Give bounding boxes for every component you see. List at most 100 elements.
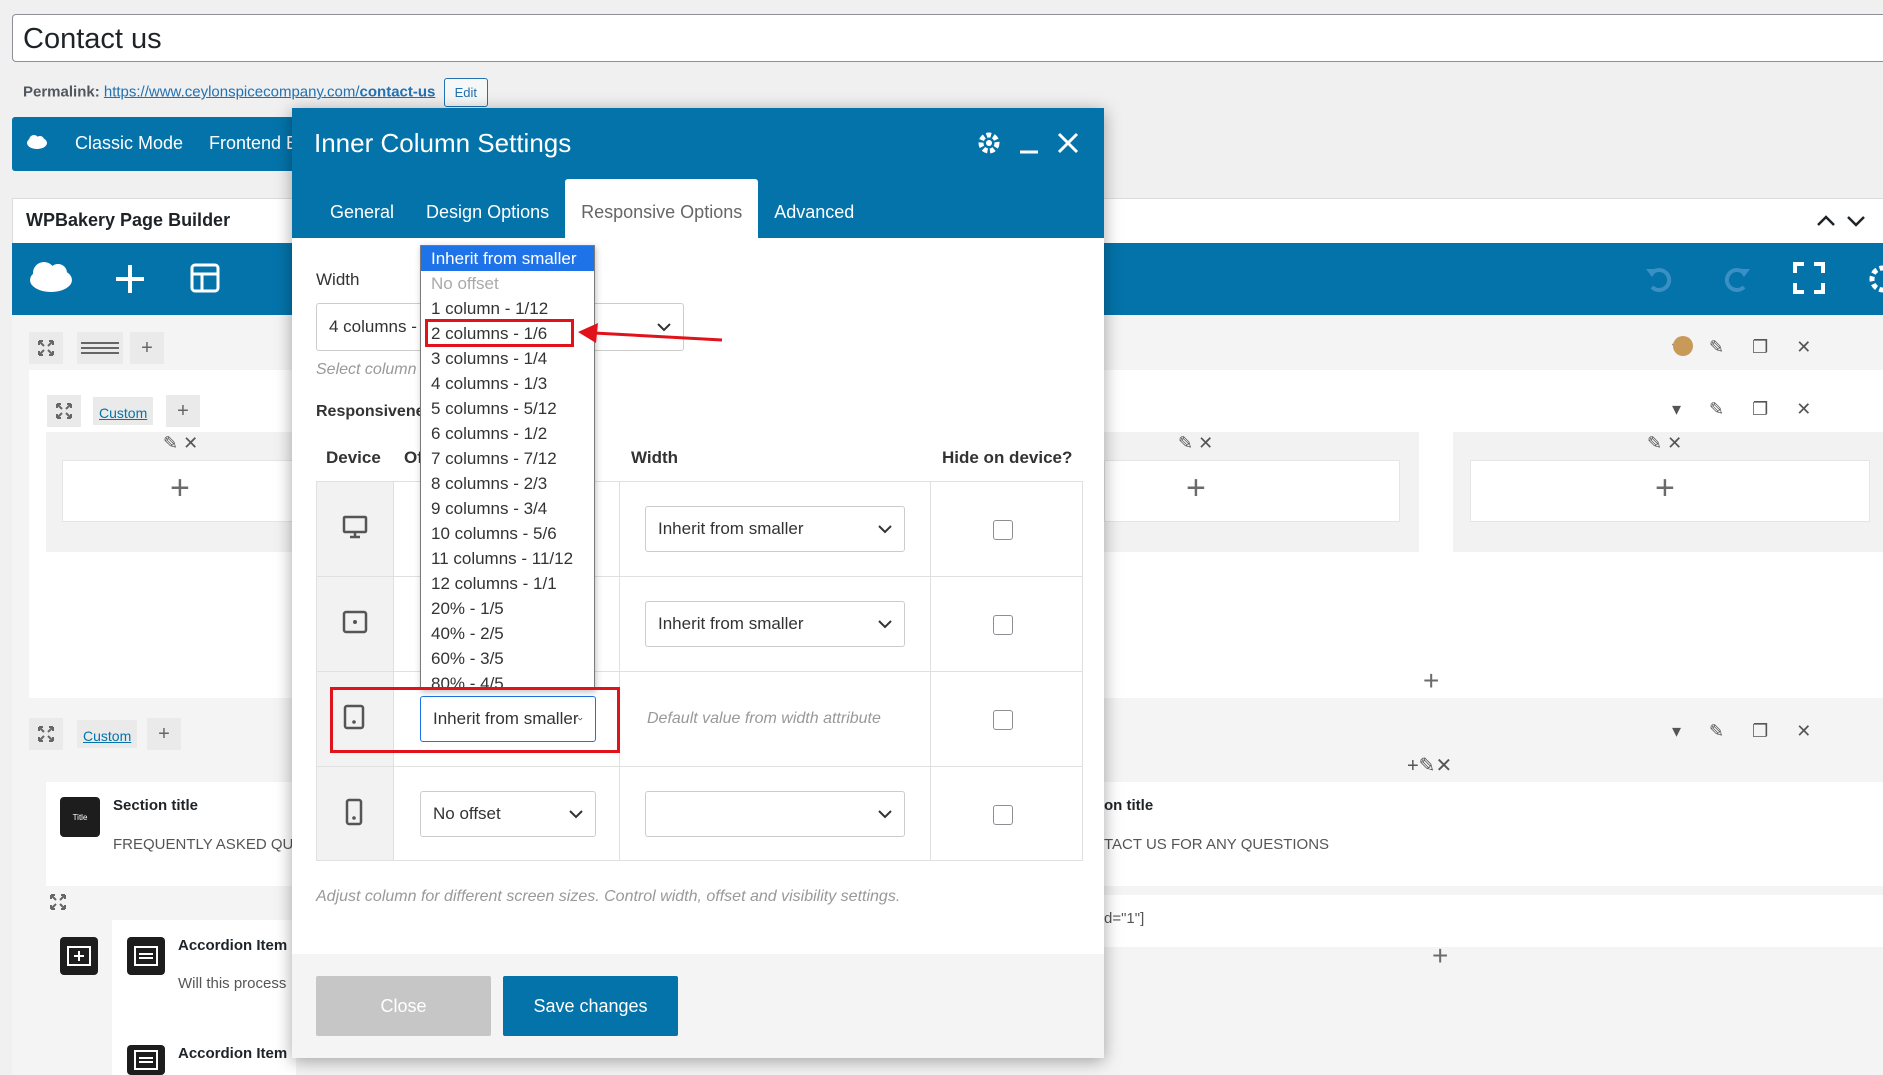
row-2-custom-link[interactable]: Custom xyxy=(77,720,138,748)
row-expand-icon[interactable] xyxy=(29,332,63,364)
shortcode-fragment: d="1"] xyxy=(1104,910,1145,927)
mobile-offset-select[interactable]: No offset xyxy=(420,791,596,837)
dropdown-option[interactable]: 40% - 2/5 xyxy=(421,621,594,646)
col-header-hide: Hide on device? xyxy=(942,448,1073,467)
desktop-device-icon xyxy=(341,513,369,541)
column-4-add-element-icon[interactable]: + xyxy=(1655,469,1675,508)
desktop-hide-checkbox[interactable] xyxy=(993,520,1013,540)
column-add-element-icon-2[interactable]: + xyxy=(1432,940,1448,972)
accordion-expand-icon[interactable] xyxy=(50,894,66,910)
annotation-box-select xyxy=(330,687,620,753)
column-3-edit-icons[interactable]: ✎ ✕ xyxy=(1178,433,1213,454)
dropdown-option[interactable]: 8 columns - 2/3 xyxy=(421,471,594,496)
dropdown-option: No offset xyxy=(431,274,499,293)
accordion-container-icon xyxy=(60,937,98,975)
dropdown-option[interactable]: 60% - 3/5 xyxy=(421,646,594,671)
offset-dropdown-list[interactable]: Inherit from smaller No offset 1 column … xyxy=(420,245,595,690)
accordion-item-title-1: Accordion Item xyxy=(178,937,288,954)
title-element-icon: Title xyxy=(60,797,100,837)
desktop-width-select[interactable]: Inherit from smaller xyxy=(645,506,905,552)
tablet-portrait-hide-checkbox[interactable] xyxy=(993,710,1013,730)
dropdown-option[interactable]: 12 columns - 1/1 xyxy=(421,571,594,596)
row-design-icon[interactable] xyxy=(1673,336,1693,356)
row-2-right-controls[interactable]: ▾✎❐✕ xyxy=(1672,721,1839,742)
frontend-editor-button[interactable]: Frontend E xyxy=(209,133,298,154)
shortcode-element[interactable] xyxy=(1104,895,1883,947)
column-3-add-element-icon[interactable]: + xyxy=(1186,469,1206,508)
dropdown-option[interactable]: 9 columns - 3/4 xyxy=(421,496,594,521)
permalink-link[interactable]: https://www.ceylonspicecompany.com/conta… xyxy=(104,83,436,100)
redo-icon[interactable] xyxy=(1720,263,1752,295)
row-add-column-icon[interactable]: + xyxy=(130,332,164,364)
tablet-portrait-width-hint: Default value from width attribute xyxy=(647,710,881,727)
modal-minimize-icon[interactable] xyxy=(1018,130,1040,156)
element-controls[interactable]: +✎✕ xyxy=(1407,753,1452,778)
row-right-controls[interactable]: ▾✎❐✕ xyxy=(1672,337,1839,358)
column-4-edit-icons[interactable]: ✎ ✕ xyxy=(1647,433,1682,454)
wpbakery-cloud-icon[interactable] xyxy=(28,259,74,295)
row-layout-icon[interactable] xyxy=(77,332,123,364)
chevron-down-icon xyxy=(878,525,892,534)
settings-icon[interactable] xyxy=(1867,263,1883,295)
tab-responsive-options[interactable]: Responsive Options xyxy=(565,179,759,238)
inner-row-expand-icon[interactable] xyxy=(47,395,81,427)
dropdown-option[interactable]: Inherit from smaller xyxy=(421,246,594,271)
tab-general[interactable]: General xyxy=(314,179,410,238)
tablet-landscape-hide-checkbox[interactable] xyxy=(993,615,1013,635)
dropdown-option[interactable]: 4 columns - 1/3 xyxy=(421,371,594,396)
annotation-arrow-icon xyxy=(578,323,723,343)
accordion-item-icon-1 xyxy=(127,937,165,975)
column-1-edit-icons[interactable]: ✎ ✕ xyxy=(163,433,198,454)
inner-column-settings-modal: Inner Column Settings General Design Opt… xyxy=(292,108,1104,1058)
dropdown-option[interactable]: 3 columns - 1/4 xyxy=(421,346,594,371)
modal-title: Inner Column Settings xyxy=(314,128,572,158)
permalink: Permalink: https://www.ceylonspicecompan… xyxy=(23,78,488,107)
tab-advanced[interactable]: Advanced xyxy=(758,179,870,238)
inner-row-custom-link[interactable]: Custom xyxy=(93,397,154,425)
modal-close-icon[interactable] xyxy=(1056,131,1080,155)
mobile-device-icon xyxy=(342,798,366,826)
permalink-label: Permalink: xyxy=(23,83,100,101)
row-2-expand-icon[interactable] xyxy=(29,718,63,750)
dropdown-option[interactable]: 7 columns - 7/12 xyxy=(421,446,594,471)
save-changes-button[interactable]: Save changes xyxy=(503,976,678,1036)
accordion-item-icon-2 xyxy=(127,1045,165,1075)
dropdown-option[interactable]: 11 columns - 11/12 xyxy=(421,546,594,571)
fullscreen-icon[interactable] xyxy=(1792,261,1826,295)
dropdown-option[interactable]: 1 column - 1/12 xyxy=(421,296,594,321)
dropdown-option[interactable]: 5 columns - 5/12 xyxy=(421,396,594,421)
row-2-add-icon[interactable]: + xyxy=(147,718,181,750)
column-3-add-area[interactable] xyxy=(1104,460,1400,522)
dropdown-option[interactable]: 6 columns - 1/2 xyxy=(421,421,594,446)
tablet-landscape-width-select[interactable]: Inherit from smaller xyxy=(645,601,905,647)
modal-settings-gear-icon[interactable] xyxy=(976,130,1002,156)
panel-collapse-icons[interactable] xyxy=(1812,212,1872,230)
col-header-width: Width xyxy=(631,448,679,467)
responsive-footer-hint: Adjust column for different screen sizes… xyxy=(316,888,901,905)
row-add-inner-icon[interactable]: + xyxy=(1423,665,1439,697)
width-hint: Select column xyxy=(316,361,417,378)
section-title-element-2[interactable] xyxy=(1104,782,1883,886)
permalink-edit-button[interactable]: Edit xyxy=(443,78,488,107)
add-element-icon[interactable] xyxy=(114,263,146,295)
section-title-text-2: TACT US FOR ANY QUESTIONS xyxy=(1104,836,1330,853)
inner-row-right-controls[interactable]: ▾✎❐✕ xyxy=(1672,399,1839,420)
templates-icon[interactable] xyxy=(190,263,220,293)
classic-mode-button[interactable]: Classic Mode xyxy=(75,133,183,154)
close-button[interactable]: Close xyxy=(316,976,491,1036)
wpbakery-logo-icon xyxy=(26,134,48,150)
undo-icon[interactable] xyxy=(1644,263,1676,295)
section-title-label-2: on title xyxy=(1104,797,1154,814)
modal-tabs: General Design Options Responsive Option… xyxy=(314,179,870,238)
dropdown-option[interactable]: 20% - 1/5 xyxy=(421,596,594,621)
page-title-input[interactable]: Contact us xyxy=(12,14,1883,62)
inner-row-add-icon[interactable]: + xyxy=(166,395,200,427)
wpbakery-panel-title: WPBakery Page Builder xyxy=(26,210,231,230)
chevron-down-icon xyxy=(878,620,892,629)
column-1-add-element-icon[interactable]: + xyxy=(170,469,190,508)
dropdown-option[interactable]: 10 columns - 5/6 xyxy=(421,521,594,546)
mobile-hide-checkbox[interactable] xyxy=(993,805,1013,825)
tab-design-options[interactable]: Design Options xyxy=(410,179,565,238)
mobile-width-select[interactable] xyxy=(645,791,905,837)
col-header-device: Device xyxy=(326,448,381,467)
